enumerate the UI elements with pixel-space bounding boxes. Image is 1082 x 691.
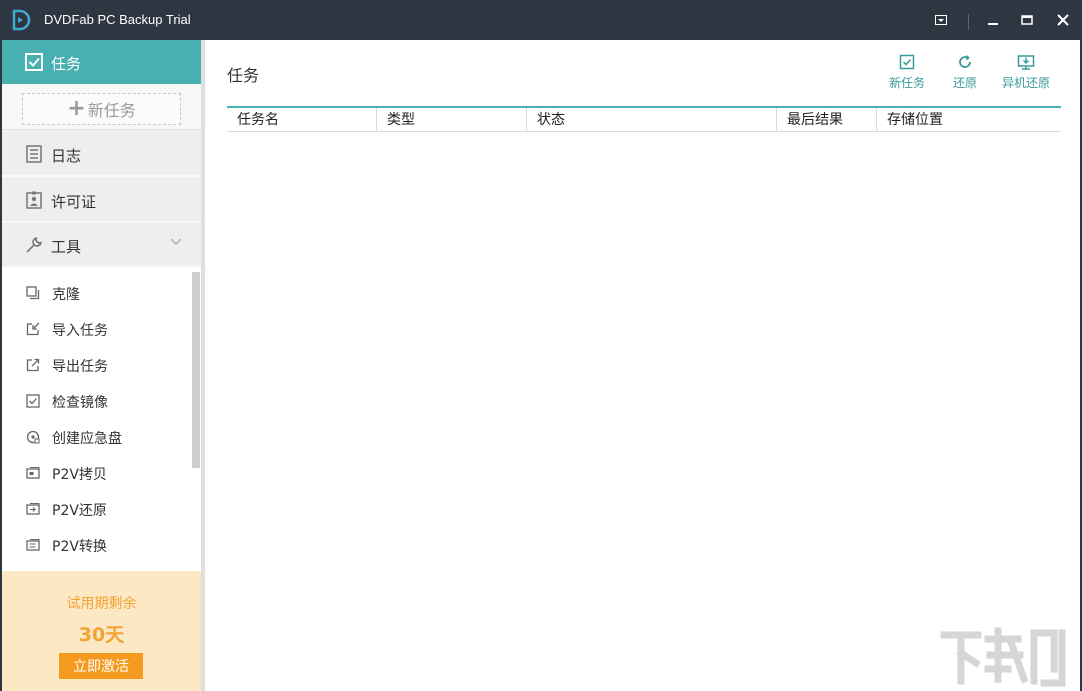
tools-scrollbar[interactable]	[192, 272, 200, 468]
task-table-header: 任务名 类型 状态 最后结果 存储位置	[227, 108, 1061, 132]
clone-icon	[26, 286, 40, 300]
new-task-button[interactable]: + 新任务	[22, 93, 181, 125]
sidebar-item-label: 日志	[51, 147, 82, 165]
titlebar-separator	[968, 14, 969, 30]
p2v-convert-icon	[26, 539, 40, 551]
minimize-button[interactable]	[981, 8, 1005, 32]
chevron-down-icon	[170, 238, 182, 245]
main-panel: 任务 新任务 还原 异机还原 任务名 类型 状态 最后结果 存储位置	[205, 40, 1080, 691]
sidebar-item-label: 任务	[51, 55, 82, 73]
new-task-action-label: 新任务	[889, 76, 926, 90]
title-bar: DVDFab PC Backup Trial	[0, 0, 1082, 40]
tool-item-label: 导入任务	[52, 323, 108, 339]
p2v-copy-icon	[26, 467, 40, 479]
dissimilar-restore-action-button[interactable]: 异机还原	[1002, 54, 1050, 91]
p2v-restore-icon	[26, 503, 40, 515]
column-header-last-result[interactable]: 最后结果	[777, 108, 877, 132]
tool-item-label: 创建应急盘	[52, 431, 122, 447]
rescue-disk-icon	[26, 430, 40, 444]
close-icon	[1057, 14, 1069, 26]
trial-panel: 试用期剩余 30天 立即激活	[2, 571, 201, 691]
license-badge-icon	[26, 191, 42, 209]
export-icon	[26, 358, 40, 372]
tool-item-import-task[interactable]: 导入任务	[2, 311, 190, 347]
restore-action-label: 还原	[953, 76, 978, 90]
maximize-button[interactable]	[1015, 8, 1039, 32]
tool-item-check-image[interactable]: 检查镜像	[2, 383, 190, 419]
dvdfab-logo-icon	[12, 9, 31, 31]
sidebar-item-tools[interactable]: 工具	[2, 223, 201, 268]
sidebar-item-log[interactable]: 日志	[2, 132, 201, 177]
tool-item-create-rescue-disk[interactable]: 创建应急盘	[2, 419, 190, 455]
sidebar-item-label: 工具	[51, 238, 82, 256]
tool-item-label: P2V转换	[52, 539, 107, 555]
watermark-logo	[940, 627, 1066, 687]
tool-item-p2v-restore[interactable]: P2V还原	[2, 491, 190, 527]
new-task-icon	[899, 54, 915, 70]
column-header-status[interactable]: 状态	[527, 108, 777, 132]
tool-item-p2v-copy[interactable]: P2V拷贝	[2, 455, 190, 491]
wrench-icon	[26, 237, 42, 253]
sidebar-item-license[interactable]: 许可证	[2, 178, 201, 223]
tool-item-label: 检查镜像	[52, 395, 108, 411]
dropdown-menu-icon	[935, 15, 947, 25]
check-box-icon	[26, 394, 40, 408]
tool-item-export-task[interactable]: 导出任务	[2, 347, 190, 383]
plus-icon: +	[67, 96, 86, 121]
tool-item-label: 导出任务	[52, 359, 108, 375]
new-task-action-button[interactable]: 新任务	[889, 54, 925, 91]
window-title: DVDFab PC Backup Trial	[44, 12, 191, 27]
sidebar-item-tasks[interactable]: 任务	[2, 40, 201, 84]
dissimilar-restore-action-label: 异机还原	[1002, 76, 1051, 90]
sidebar: 任务 + 新任务 日志 许可证 工具 克隆 导入任务 导出任务 检查镜像 创建应…	[2, 40, 201, 691]
tool-item-label: P2V拷贝	[52, 467, 107, 483]
column-header-type[interactable]: 类型	[377, 108, 527, 132]
column-header-storage-location[interactable]: 存储位置	[877, 108, 1061, 132]
activate-now-button[interactable]: 立即激活	[59, 653, 143, 679]
column-header-task-name[interactable]: 任务名	[227, 108, 377, 132]
maximize-icon	[1021, 15, 1033, 25]
checkbox-checked-icon	[25, 53, 43, 71]
tool-item-clone[interactable]: 克隆	[2, 275, 190, 311]
tool-item-label: 克隆	[52, 287, 80, 303]
minimize-icon	[988, 23, 998, 25]
tools-list: 克隆 导入任务 导出任务 检查镜像 创建应急盘 P2V拷贝 P2V还原 P2V转…	[2, 268, 201, 571]
computer-restore-icon	[1017, 55, 1035, 70]
trial-remaining-text: 试用期剩余	[66, 596, 137, 612]
page-title: 任务	[227, 66, 260, 85]
tool-item-label: P2V还原	[52, 503, 107, 519]
menu-dropdown-button[interactable]	[929, 8, 953, 32]
tool-item-p2v-convert[interactable]: P2V转换	[2, 527, 190, 563]
restore-icon	[959, 55, 971, 68]
import-icon	[26, 322, 40, 336]
new-task-label: 新任务	[87, 101, 136, 120]
new-task-area: + 新任务	[2, 84, 201, 130]
restore-action-button[interactable]: 还原	[953, 54, 977, 91]
sidebar-item-label: 许可证	[51, 193, 97, 211]
trial-days-count: 30天	[78, 624, 125, 646]
close-button[interactable]	[1051, 8, 1075, 32]
log-document-icon	[26, 145, 42, 163]
